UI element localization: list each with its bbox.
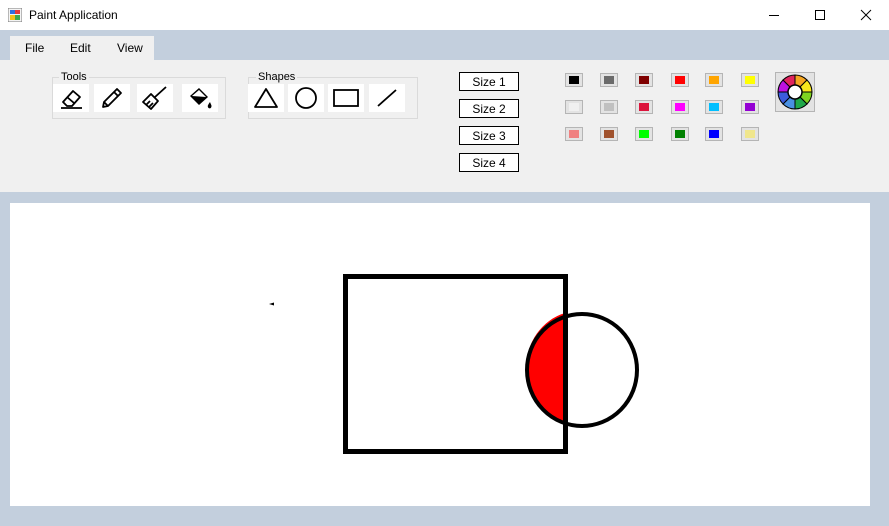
size-3-button[interactable]: Size 3 xyxy=(459,126,519,145)
size-2-button[interactable]: Size 2 xyxy=(459,99,519,118)
color-swatch-silver[interactable] xyxy=(600,100,618,114)
stray-dot xyxy=(269,302,274,306)
triangle-shape-button[interactable] xyxy=(248,84,284,112)
circle-shape-button[interactable] xyxy=(288,84,324,112)
rectangle-shape-button[interactable] xyxy=(328,84,364,112)
color-swatch-red[interactable] xyxy=(671,73,689,87)
color-swatch-purple[interactable] xyxy=(741,100,759,114)
color-swatch-crimson[interactable] xyxy=(635,100,653,114)
color-swatch-brown[interactable] xyxy=(600,127,618,141)
color-swatch-yellow[interactable] xyxy=(741,73,759,87)
shapes-group-label: Shapes xyxy=(256,71,298,83)
color-swatch-light-coral[interactable] xyxy=(565,127,583,141)
fill-tool-button[interactable] xyxy=(182,84,218,112)
maximize-icon xyxy=(815,10,825,20)
color-swatch-khaki[interactable] xyxy=(741,127,759,141)
triangle-icon xyxy=(254,88,278,108)
window-title: Paint Application xyxy=(29,8,118,22)
menu-edit[interactable]: Edit xyxy=(70,41,91,55)
size-4-button[interactable]: Size 4 xyxy=(459,153,519,172)
circle-icon xyxy=(295,87,317,109)
color-swatch-maroon[interactable] xyxy=(635,73,653,87)
minimize-button[interactable] xyxy=(751,0,797,30)
color-picker-button[interactable] xyxy=(775,72,815,112)
close-button[interactable] xyxy=(843,0,889,30)
size-1-button[interactable]: Size 1 xyxy=(459,72,519,91)
color-swatch-magenta[interactable] xyxy=(671,100,689,114)
maximize-button[interactable] xyxy=(797,0,843,30)
rectangle-icon xyxy=(333,89,359,107)
color-swatch-blue[interactable] xyxy=(705,127,723,141)
menu-file[interactable]: File xyxy=(25,41,44,55)
fill-bucket-icon xyxy=(190,88,212,109)
pencil-tool-button[interactable] xyxy=(94,84,130,112)
drawing-canvas[interactable] xyxy=(10,203,870,506)
menu-view[interactable]: View xyxy=(117,41,143,55)
title-bar: Paint Application xyxy=(0,0,889,30)
color-swatch-black[interactable] xyxy=(565,73,583,87)
color-swatch-green[interactable] xyxy=(671,127,689,141)
color-swatch-orange[interactable] xyxy=(705,73,723,87)
color-swatch-sky-blue[interactable] xyxy=(705,100,723,114)
brush-tool-button[interactable] xyxy=(137,84,173,112)
minimize-icon xyxy=(769,15,779,16)
paint-app-icon xyxy=(8,8,22,22)
close-icon xyxy=(860,9,872,21)
color-swatch-gray[interactable] xyxy=(600,73,618,87)
line-icon xyxy=(377,89,397,107)
eraser-icon xyxy=(61,90,82,109)
color-wheel-icon xyxy=(777,74,813,110)
tools-group-label: Tools xyxy=(59,71,89,83)
brush-icon xyxy=(142,86,167,110)
line-shape-button[interactable] xyxy=(369,84,405,112)
pencil-icon xyxy=(102,88,122,108)
color-swatch-white[interactable] xyxy=(565,100,583,114)
eraser-tool-button[interactable] xyxy=(53,84,89,112)
color-swatch-lime[interactable] xyxy=(635,127,653,141)
